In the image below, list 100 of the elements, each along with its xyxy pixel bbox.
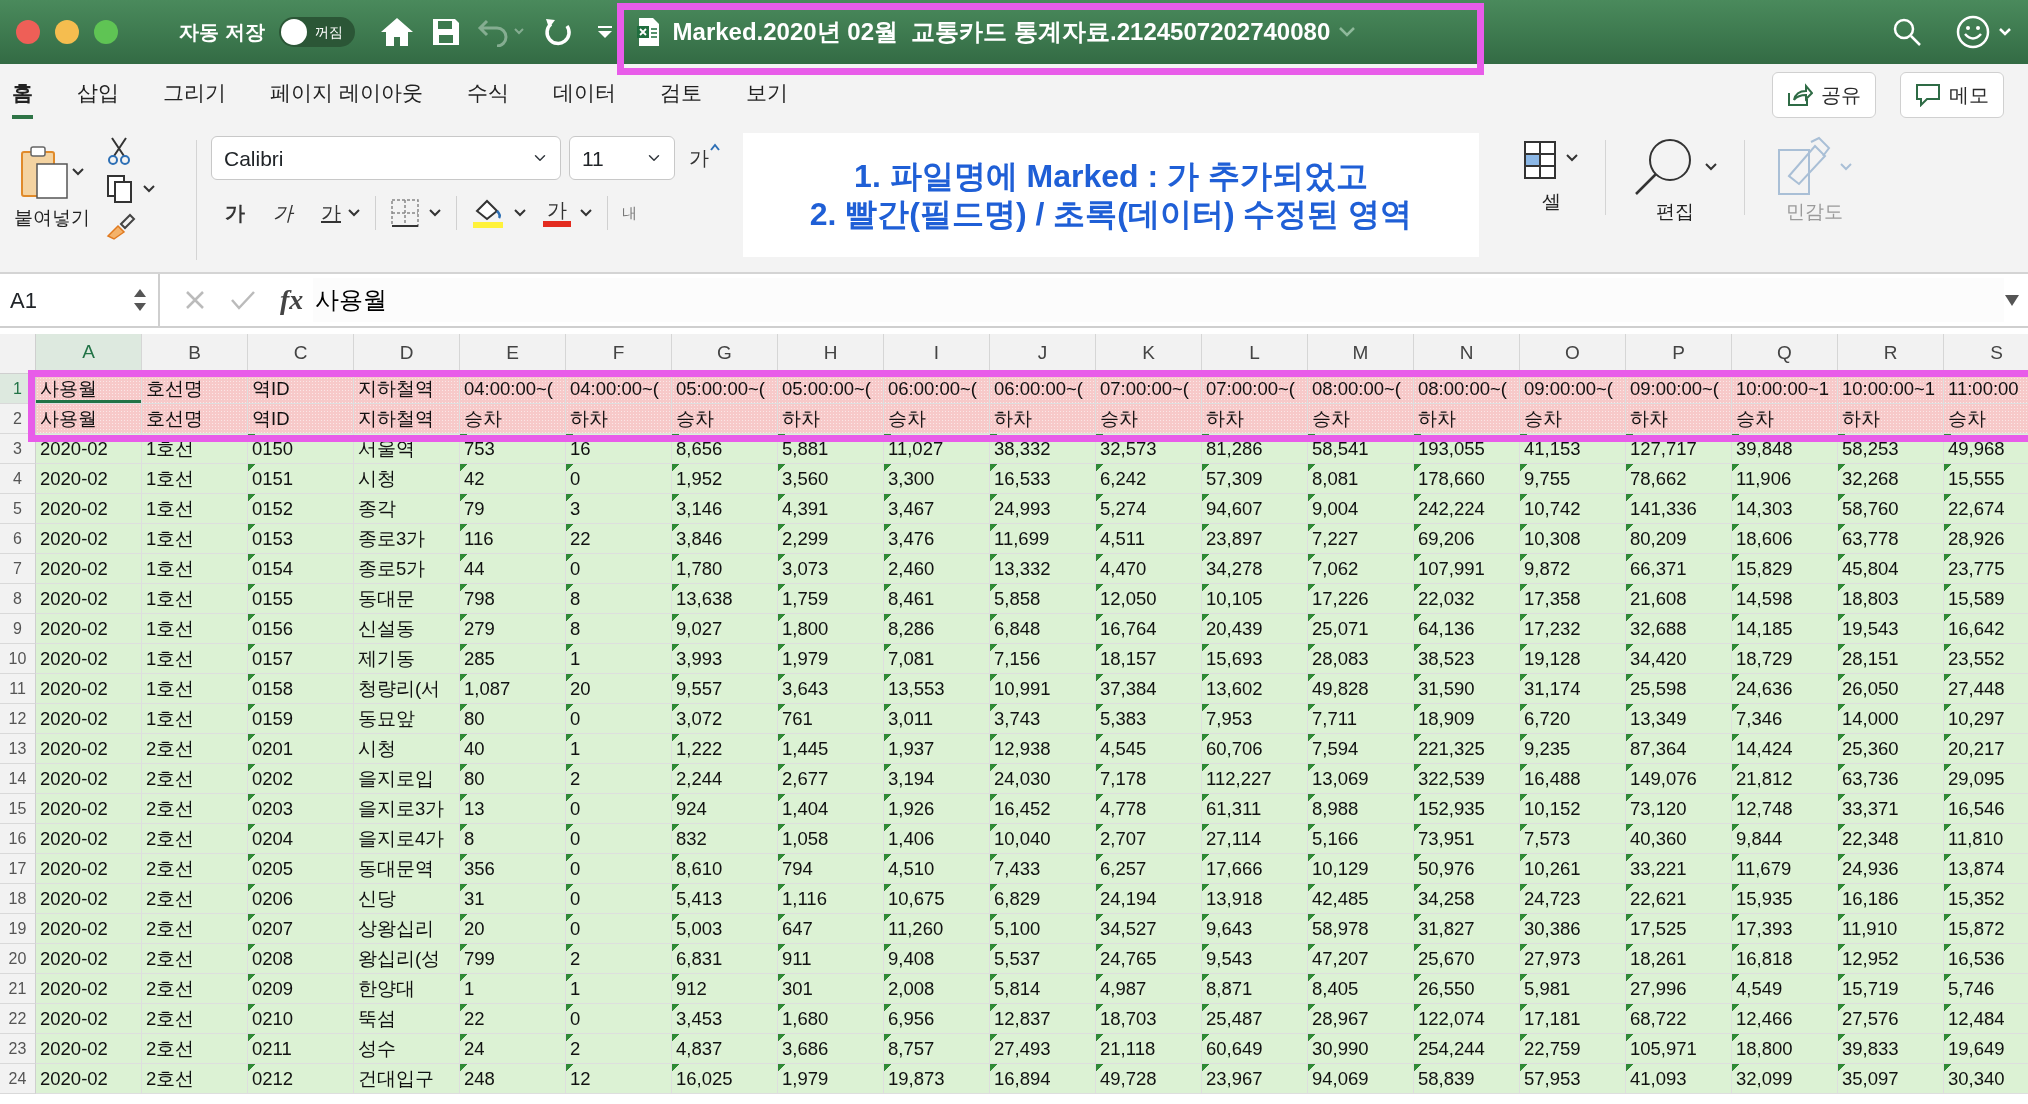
row-header[interactable]: 12 xyxy=(0,704,36,734)
table-cell: 16,642 xyxy=(1944,614,2028,644)
ribbon-tab[interactable]: 검토 xyxy=(659,77,702,119)
share-button[interactable]: 공유 xyxy=(1772,72,1876,118)
row-header[interactable]: 8 xyxy=(0,584,36,614)
name-box[interactable]: A1 xyxy=(0,274,160,326)
table-cell: 31,590 xyxy=(1414,674,1520,704)
table-cell: 2020-02 xyxy=(36,1064,142,1094)
row-header[interactable]: 19 xyxy=(0,914,36,944)
table-cell: 7,178 xyxy=(1096,764,1202,794)
row-header[interactable]: 22 xyxy=(0,1004,36,1034)
row-header[interactable]: 15 xyxy=(0,794,36,824)
comments-button[interactable]: 메모 xyxy=(1900,72,2004,118)
table-cell: 10,261 xyxy=(1520,854,1626,884)
table-cell: 32,268 xyxy=(1838,464,1944,494)
table-cell: 761 xyxy=(778,704,884,734)
grow-font-button[interactable]: 가 xyxy=(683,143,727,173)
ribbon-tab[interactable]: 삽입 xyxy=(77,77,119,119)
ribbon-tab[interactable]: 페이지 레이아웃 xyxy=(270,77,423,119)
table-cell: 23,775 xyxy=(1944,554,2028,584)
font-size-select[interactable]: 11 xyxy=(569,136,675,180)
table-cell: 12 xyxy=(566,1064,672,1094)
insert-function-button[interactable]: fx xyxy=(280,279,304,321)
table-cell: 6,242 xyxy=(1096,464,1202,494)
table-cell: 5,166 xyxy=(1308,824,1414,854)
table-cell: 2호선 xyxy=(142,794,248,824)
table-cell: 20 xyxy=(566,674,672,704)
table-cell: 18,803 xyxy=(1838,584,1944,614)
row-header[interactable]: 11 xyxy=(0,674,36,704)
smiley-icon[interactable] xyxy=(1956,15,1990,49)
table-cell: 301 xyxy=(778,974,884,1004)
save-icon[interactable] xyxy=(430,17,461,47)
table-cell: 5,274 xyxy=(1096,494,1202,524)
table-cell: 제기동 xyxy=(354,644,460,674)
expand-icon[interactable] xyxy=(2004,293,2020,307)
table-cell: 하차 xyxy=(1838,404,1944,434)
dropdown-icon[interactable] xyxy=(596,24,613,40)
zoom-button[interactable] xyxy=(94,20,118,44)
table-cell: 22,348 xyxy=(1838,824,1944,854)
table-cell: 2020-02 xyxy=(36,914,142,944)
table-cell: 17,232 xyxy=(1520,614,1626,644)
table-cell: 20,439 xyxy=(1202,614,1308,644)
row-header[interactable]: 16 xyxy=(0,824,36,854)
ribbon-tab[interactable]: 데이터 xyxy=(552,77,616,119)
table-cell: 13 xyxy=(460,794,566,824)
table-cell: 73,120 xyxy=(1626,794,1732,824)
fill-color-icon[interactable] xyxy=(471,197,505,229)
table-cell: 12,952 xyxy=(1838,944,1944,974)
row-header[interactable]: 14 xyxy=(0,764,36,794)
row-header[interactable]: 20 xyxy=(0,944,36,974)
table-cell: 17,181 xyxy=(1520,1004,1626,1034)
row-header[interactable]: 5 xyxy=(0,494,36,524)
table-cell: 5,746 xyxy=(1944,974,2028,1004)
row-header[interactable]: 13 xyxy=(0,734,36,764)
row-header[interactable]: 23 xyxy=(0,1034,36,1064)
font-color-button[interactable]: 가 xyxy=(543,199,571,227)
row-header[interactable]: 9 xyxy=(0,614,36,644)
bold-button[interactable]: 가 xyxy=(219,198,251,228)
italic-button[interactable]: 가 xyxy=(267,198,299,228)
table-cell: 0159 xyxy=(248,704,354,734)
row-header[interactable]: 3 xyxy=(0,434,36,464)
table-cell: 7,573 xyxy=(1520,824,1626,854)
search-icon[interactable] xyxy=(1892,17,1922,47)
scissors-icon[interactable] xyxy=(106,136,132,166)
row-header[interactable]: 4 xyxy=(0,464,36,494)
ribbon-tab[interactable]: 보기 xyxy=(745,77,788,119)
row-header[interactable]: 24 xyxy=(0,1064,36,1094)
table-cell: 9,755 xyxy=(1520,464,1626,494)
ribbon-tab[interactable]: 홈 xyxy=(12,77,33,119)
table-cell: 13,918 xyxy=(1202,884,1308,914)
row-header[interactable]: 6 xyxy=(0,524,36,554)
circular-arrow-icon[interactable] xyxy=(542,16,573,48)
row-header[interactable]: 21 xyxy=(0,974,36,1004)
table-cell: 승차 xyxy=(1732,404,1838,434)
row-header[interactable]: 18 xyxy=(0,884,36,914)
underline-button[interactable]: 가 xyxy=(315,198,347,228)
table-cell: 94,069 xyxy=(1308,1064,1414,1094)
autosave-toggle[interactable]: 꺼짐 xyxy=(278,17,355,47)
copy-icon[interactable] xyxy=(106,174,134,204)
table-cell: 24 xyxy=(460,1034,566,1064)
row-header[interactable]: 7 xyxy=(0,554,36,584)
table-cell: 116 xyxy=(460,524,566,554)
select-all-corner[interactable] xyxy=(0,334,36,374)
table-cell: 8 xyxy=(566,614,672,644)
table-cell: 23,897 xyxy=(1202,524,1308,554)
table-cell: 1호선 xyxy=(142,644,248,674)
table-cell: 을지로4가 xyxy=(354,824,460,854)
table-cell: 호선명 xyxy=(142,404,248,434)
paintbrush-icon[interactable] xyxy=(106,212,136,240)
table-cell: 798 xyxy=(460,584,566,614)
minimize-button[interactable] xyxy=(55,20,79,44)
row-header[interactable]: 10 xyxy=(0,644,36,674)
borders-icon[interactable] xyxy=(390,198,420,228)
font-select[interactable]: Calibri xyxy=(211,136,561,180)
ribbon-tab[interactable]: 그리기 xyxy=(163,77,226,119)
row-header[interactable]: 17 xyxy=(0,854,36,884)
table-cell: 6,829 xyxy=(990,884,1096,914)
paste-button[interactable]: 붙여넣기 xyxy=(14,136,90,240)
table-cell: 10,105 xyxy=(1202,584,1308,614)
ribbon-tab[interactable]: 수식 xyxy=(466,77,509,119)
